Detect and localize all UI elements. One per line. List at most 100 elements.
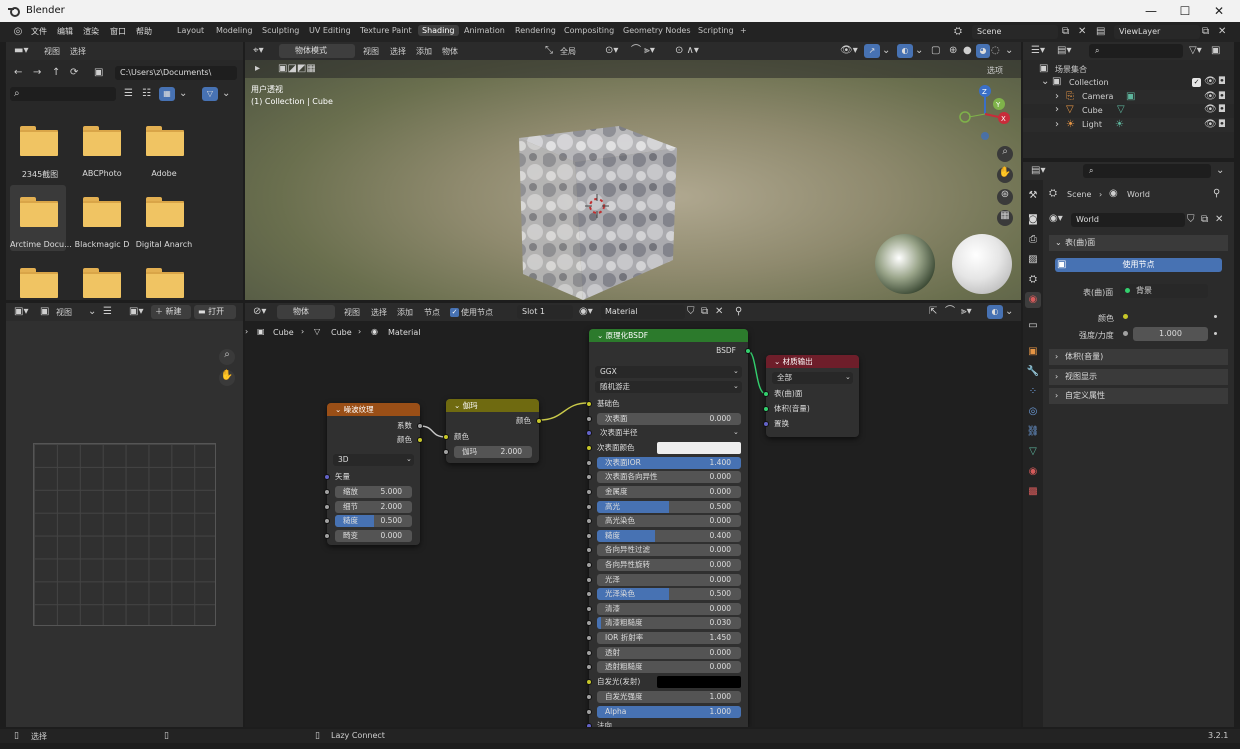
value-field[interactable]: IOR 折射率 1.450 [597, 632, 741, 644]
display-list-icon[interactable]: ☰ [124, 88, 133, 100]
value-field[interactable]: 次表面 0.000 [597, 413, 741, 425]
view-layer-tab-icon[interactable]: ▨ [1025, 252, 1041, 268]
collapse-chevron-icon[interactable]: ⌄ [454, 401, 463, 410]
value-field[interactable]: 各向异性旋转 0.000 [597, 559, 741, 571]
viewport-menu-add[interactable]: 添加 [416, 46, 432, 57]
bsdf-node-header[interactable]: ⌄ 原理化BSDF [589, 329, 748, 342]
folder-icon[interactable] [146, 197, 184, 227]
value-field[interactable]: 糙度 0.400 [597, 529, 741, 542]
output-tab-icon[interactable]: ⎙ [1025, 232, 1041, 248]
render-tab-icon[interactable]: ◙ [1025, 212, 1041, 228]
render-camera-icon[interactable]: ◘ [1218, 119, 1226, 131]
properties-search-input[interactable]: ⌕ [1083, 164, 1211, 178]
keyframe-dot-icon[interactable] [1214, 332, 1217, 335]
folder-icon[interactable] [146, 268, 184, 298]
custom-properties-panel-header[interactable]: › 自定义属性 [1049, 388, 1228, 404]
value-field[interactable]: 缩放 5.000 [335, 486, 412, 498]
value-field[interactable]: 光泽 0.000 [597, 573, 741, 586]
material-tab-icon[interactable]: ◉ [1025, 464, 1041, 480]
menu-help[interactable]: 帮助 [136, 26, 152, 37]
subsurface-radius-socket[interactable] [586, 430, 592, 436]
input-socket[interactable] [586, 605, 592, 612]
noise-node-header[interactable]: ⌄ 噪波纹理 [327, 403, 420, 416]
zoom-icon[interactable]: ⌕ [997, 146, 1013, 162]
outliner-item-camera[interactable]: Camera [1082, 92, 1113, 101]
new-scene-icon[interactable]: ⧉ [1062, 26, 1069, 38]
material-output-node[interactable]: ⌄ 材质输出 全部 ⌄ 表(曲)面 体积(音量) 置换 [763, 355, 859, 437]
visibility-eye-icon[interactable]: 👁 [1204, 76, 1217, 88]
surface-input-socket[interactable] [763, 391, 769, 397]
value-field[interactable]: 光泽染色 0.500 [597, 588, 741, 601]
input-socket[interactable] [586, 474, 592, 481]
menu-window[interactable]: 窗口 [110, 26, 126, 37]
object-tab-icon[interactable]: ▣ [1025, 344, 1041, 360]
outliner-search-input[interactable]: ⌕ [1089, 44, 1183, 58]
noise-color-socket[interactable] [417, 437, 423, 443]
duplicate-world-icon[interactable]: ⧉ [1201, 214, 1208, 226]
refresh-icon[interactable]: ⟳ [70, 67, 78, 79]
folder-icon[interactable] [20, 126, 58, 156]
input-socket[interactable] [324, 532, 330, 539]
rendered-shading-icon[interactable]: ◌ [991, 45, 1000, 57]
scene-selector[interactable]: Scene [972, 25, 1058, 39]
file-browser-menu-select[interactable]: 选择 [70, 46, 86, 57]
gamma-color-input-socket[interactable] [443, 434, 449, 440]
workspace-tab-compositing[interactable]: Compositing [564, 26, 614, 35]
fake-user-icon[interactable]: ⛉ [1187, 214, 1195, 226]
viewport-options-button[interactable]: 选项 [987, 65, 1003, 76]
editor-type-icon[interactable]: ▬▾ [14, 45, 28, 57]
noise-dimensions-dropdown[interactable]: 3D [333, 454, 414, 466]
folder-label[interactable]: Blackmagic D [72, 240, 132, 249]
object-mode-dropdown[interactable]: 物体模式 [279, 44, 355, 58]
material-preview-shading-icon[interactable]: ◕ [976, 44, 990, 58]
visibility-eye-icon[interactable]: 👁 [1204, 119, 1217, 131]
filter-icon[interactable]: ▽ [202, 87, 218, 101]
modifier-tab-icon[interactable]: 🔧 [1025, 364, 1041, 380]
expand-chevron-icon[interactable]: › [1055, 104, 1059, 116]
gamma-value-field[interactable]: 伽玛 2.000 [454, 446, 532, 458]
displacement-input-socket[interactable] [763, 421, 769, 427]
folder-icon[interactable] [83, 268, 121, 298]
3d-viewport-area[interactable]: ⌖▾ 物体模式 视图 选择 添加 物体 ⤡ 全局 ⊙▾ ⌒ ⫸▾ ⊙ ∧▾ 👁▾… [245, 42, 1021, 300]
editor-type-icon[interactable]: ☰▾ [1031, 45, 1045, 57]
outliner-collection-label[interactable]: Collection [1069, 78, 1109, 87]
back-arrow-icon[interactable]: ← [14, 67, 22, 79]
folder-icon[interactable] [20, 197, 58, 227]
input-socket[interactable] [324, 489, 330, 495]
shader-node-editor-area[interactable]: ⊘▾ 物体 视图 选择 添加 节点 ✓ 使用节点 Slot 1 ◉▾ Mater… [245, 303, 1021, 727]
collapse-chevron-icon[interactable]: ⌄ [597, 331, 606, 340]
view-layer-icon[interactable]: ▤ [1096, 26, 1105, 38]
editor-type-icon[interactable]: ▤▾ [1031, 165, 1045, 177]
world-browse-icon[interactable]: ◉▾ [1049, 213, 1063, 225]
shading-chevron-icon[interactable]: ⌄ [1005, 45, 1013, 57]
new-folder-icon[interactable]: ▣ [94, 67, 103, 79]
gamma-value-socket[interactable] [443, 449, 449, 455]
value-field[interactable]: 高光 0.500 [597, 500, 741, 513]
file-search-input[interactable] [10, 87, 116, 101]
editor-type-icon[interactable]: ⌖▾ [253, 45, 264, 57]
solid-shading-icon[interactable]: ● [963, 45, 972, 57]
folder-icon[interactable] [20, 268, 58, 298]
folder-icon[interactable] [83, 126, 121, 156]
display-options-chevron-icon[interactable]: ⌄ [179, 88, 187, 100]
bsdf-output-socket[interactable] [745, 348, 751, 354]
new-collection-icon[interactable]: ▣ [1211, 45, 1220, 57]
constraints-tab-icon[interactable]: ⛓ [1025, 424, 1041, 440]
maximize-button[interactable]: ☐ [1172, 3, 1198, 19]
output-node-header[interactable]: ⌄ 材质输出 [766, 355, 859, 368]
keyframe-dot-icon[interactable] [1214, 315, 1217, 318]
collapse-chevron-icon[interactable]: ⌄ [774, 357, 783, 366]
world-name-field[interactable]: World [1071, 213, 1185, 227]
folder-label[interactable]: Adobe [136, 169, 192, 178]
subsurface-radius-dropdown[interactable]: 次表面半径 [595, 427, 742, 439]
input-socket[interactable] [586, 547, 592, 554]
emission-strength-field[interactable]: 自发光强度 1.000 [597, 691, 741, 703]
workspace-tab-uv-editing[interactable]: UV Editing [309, 26, 351, 35]
display-detail-icon[interactable]: ☷ [142, 88, 151, 100]
workspace-tab-shading[interactable]: Shading [418, 25, 459, 36]
pivot-icon[interactable]: ⊙▾ [605, 45, 618, 57]
collapse-chevron-icon[interactable]: ⌄ [335, 405, 344, 414]
uv-grid[interactable] [33, 443, 216, 626]
texture-tab-icon[interactable]: ▩ [1025, 484, 1041, 500]
minimize-button[interactable]: — [1138, 3, 1164, 19]
